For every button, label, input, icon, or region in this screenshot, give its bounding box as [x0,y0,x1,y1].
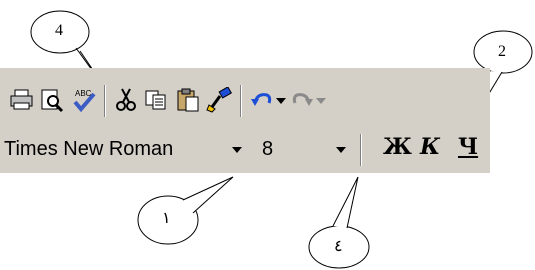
bold-button[interactable]: Ж [383,134,412,160]
print-button[interactable] [8,86,36,114]
spelling-check-icon: ABC [73,89,96,113]
print-icon [10,89,33,110]
callout-1 [137,176,234,245]
callout-4-lower [308,176,370,269]
font-size-dropdown-arrow[interactable] [336,147,346,153]
paste-button[interactable] [174,86,202,114]
spelling-grammar-button[interactable]: ABC [70,86,98,114]
toolbar-area: ABC Times New Roman 8 Ж К Ч [0,68,500,173]
callout-4-lower-label: ٤ [334,238,343,255]
print-preview-button[interactable] [38,86,66,114]
font-name-value: Times New Roman [4,138,174,160]
cut-button[interactable] [112,86,140,114]
formatting-toolbar: Times New Roman 8 Ж К Ч [0,130,490,168]
font-name-dropdown-arrow[interactable] [232,147,242,153]
format-painter-icon [206,87,233,113]
callout-1-label: ١ [162,210,171,227]
italic-button[interactable]: К [420,134,440,160]
undo-icon [251,93,272,106]
underline-button[interactable]: Ч [458,134,478,160]
font-name-combo[interactable]: Times New Roman [0,134,245,164]
toolbar-separator [360,134,362,166]
redo-button[interactable] [288,86,316,114]
redo-dropdown-arrow[interactable] [316,98,326,104]
undo-button[interactable] [248,86,276,114]
redo-icon [292,93,313,106]
callout-2-label: 2 [498,43,506,60]
standard-toolbar: ABC [0,81,490,119]
copy-icon [145,90,166,110]
font-size-combo[interactable]: 8 [258,134,350,164]
undo-dropdown-arrow[interactable] [276,98,286,104]
toolbar-separator [104,85,106,117]
format-painter-button[interactable] [206,86,234,114]
font-size-value: 8 [262,138,274,160]
paste-icon [177,88,199,112]
copy-button[interactable] [142,86,170,114]
cut-icon [116,88,136,111]
callout-4-label: 4 [55,22,63,39]
toolbar-separator [240,85,242,117]
print-preview-icon [41,89,64,113]
